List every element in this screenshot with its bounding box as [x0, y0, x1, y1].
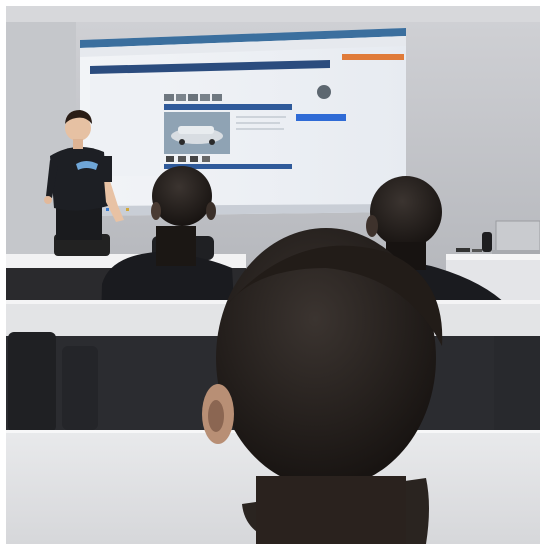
photo-scene [6, 6, 540, 544]
projected-button [296, 114, 346, 121]
projected-screen [80, 28, 406, 216]
classroom-photo [6, 6, 540, 544]
laptop [492, 220, 540, 254]
